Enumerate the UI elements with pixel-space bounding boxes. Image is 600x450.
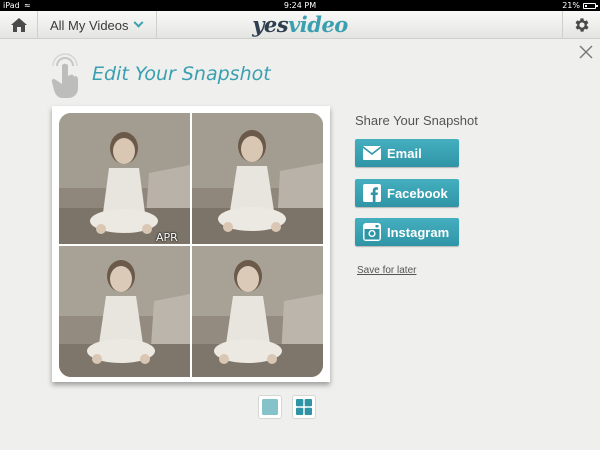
- instagram-icon: [363, 223, 381, 241]
- status-bar: iPad ≈ 9:24 PM 21%: [0, 0, 600, 11]
- close-icon: [579, 45, 593, 59]
- facebook-share-button[interactable]: Facebook: [355, 179, 459, 207]
- battery-icon: [583, 3, 598, 9]
- snapshot-frame-2[interactable]: [192, 113, 323, 244]
- video-frame-image: [59, 113, 190, 244]
- grid-four-icon: [296, 399, 312, 415]
- close-button[interactable]: [578, 44, 594, 60]
- battery-percent: 21%: [562, 1, 580, 10]
- tap-hand-icon: [51, 53, 78, 98]
- frame-date-stamp: APR: [156, 231, 178, 244]
- snapshot-card: APR: [52, 106, 330, 382]
- email-button-label: Email: [387, 145, 422, 161]
- snapshot-frame-3[interactable]: [59, 246, 190, 377]
- page-title: Edit Your Snapshot: [92, 63, 271, 85]
- grid-layout-button[interactable]: [292, 395, 316, 419]
- snapshot-frame-1[interactable]: APR: [59, 113, 190, 244]
- battery-level: [585, 5, 587, 7]
- facebook-icon: [363, 184, 381, 202]
- yesvideo-logo: yesvideo: [0, 12, 600, 38]
- video-frame-image: [192, 113, 323, 244]
- facebook-button-label: Facebook: [387, 185, 448, 201]
- single-layout-button[interactable]: [258, 395, 282, 419]
- share-heading: Share Your Snapshot: [355, 113, 478, 128]
- save-for-later-link[interactable]: Save for later: [357, 265, 416, 276]
- instagram-button-label: Instagram: [387, 224, 450, 240]
- app-toolbar: All My Videos yesvideo: [0, 11, 600, 39]
- logo-part-yes: yes: [252, 12, 289, 37]
- instagram-share-button[interactable]: Instagram: [355, 218, 459, 246]
- settings-button[interactable]: [562, 11, 600, 39]
- envelope-icon: [363, 144, 381, 162]
- email-share-button[interactable]: Email: [355, 139, 459, 167]
- status-clock: 9:24 PM: [283, 1, 317, 10]
- video-frame-image: [59, 246, 190, 377]
- logo-part-video: video: [288, 12, 348, 37]
- single-frame-icon: [262, 399, 278, 415]
- video-frame-image: [192, 246, 323, 377]
- gear-icon: [575, 18, 589, 32]
- snapshot-grid: APR: [59, 113, 323, 377]
- snapshot-frame-4[interactable]: [192, 246, 323, 377]
